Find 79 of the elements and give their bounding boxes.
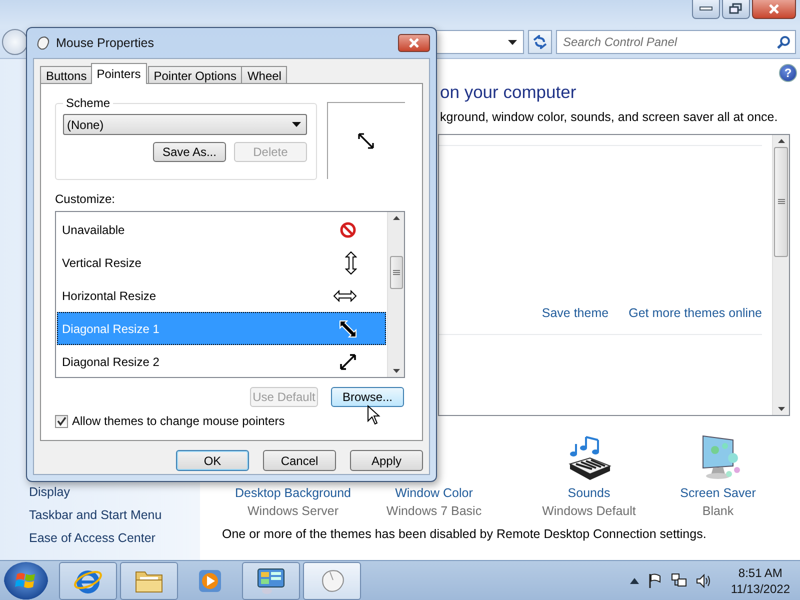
tab[interactable]: Pointer Options (148, 66, 242, 84)
search-icon (777, 35, 791, 49)
sidebar-link[interactable]: Display (29, 484, 200, 500)
scroll-down-icon[interactable] (392, 369, 400, 373)
network-icon[interactable] (670, 572, 687, 588)
pointer-list-item[interactable]: Vertical Resize (57, 246, 386, 279)
customize-label: Customize: (55, 192, 116, 206)
grip-icon (392, 270, 400, 276)
sidebar-link[interactable]: Taskbar and Start Menu (29, 507, 200, 523)
tab[interactable]: Pointers (90, 63, 147, 84)
minimize-button[interactable] (692, 0, 720, 19)
close-button[interactable] (752, 0, 796, 19)
scroll-up-icon[interactable] (392, 216, 400, 220)
theme-part-value: Windows Server (248, 504, 338, 518)
theme-part-value: Windows Default (542, 504, 636, 518)
dropdown-icon (292, 122, 301, 127)
clock-date: 11/13/2022 (730, 580, 790, 596)
scroll-up-icon[interactable] (778, 139, 784, 143)
diagonal-resize-icon (339, 352, 357, 370)
theme-part-link[interactable]: Sounds (568, 486, 610, 500)
grip-icon (778, 199, 784, 205)
dropdown-icon (508, 40, 517, 44)
group-label: Scheme (65, 96, 112, 110)
scroll-down-icon[interactable] (778, 407, 784, 411)
tab[interactable]: Buttons (40, 66, 93, 84)
help-icon[interactable]: ? (779, 64, 797, 82)
checkbox[interactable] (55, 414, 68, 428)
dialog-button[interactable]: OK (176, 450, 249, 471)
checkbox-label: Allow themes to change mouse pointers (72, 414, 285, 428)
theme-link[interactable]: Get more themes online (628, 306, 762, 320)
scrollbar[interactable] (772, 135, 789, 415)
pointer-list-item[interactable]: Horizontal Resize (57, 279, 386, 312)
page-description: kground, window color, sounds, and screen saver all at once. (439, 109, 779, 125)
theme-part-value: Blank (702, 504, 734, 518)
dialog-title: Mouse Properties (56, 36, 154, 50)
close-icon (767, 3, 781, 15)
speaker-icon[interactable] (696, 572, 712, 588)
unavailable-icon (339, 220, 357, 238)
scrollbar[interactable] (387, 212, 404, 377)
start-button[interactable] (4, 562, 48, 600)
theme-link[interactable]: Save theme (542, 306, 609, 320)
restore-icon (729, 3, 743, 15)
dialog-button[interactable]: Apply (350, 450, 423, 471)
back-button[interactable] (2, 29, 28, 55)
vertical-resize-icon (345, 250, 357, 274)
close-button[interactable] (398, 34, 430, 52)
refresh-button[interactable] (528, 30, 552, 54)
taskbar-app-button[interactable] (242, 562, 300, 600)
theme-part-link[interactable]: Window Color (395, 486, 473, 500)
theme-part-link[interactable]: Screen Saver (680, 486, 756, 500)
horizontal-resize-icon (333, 290, 357, 302)
pointer-preview-icon (357, 132, 376, 150)
scroll-thumb[interactable] (390, 256, 402, 289)
flag-icon[interactable] (648, 572, 662, 588)
close-icon (408, 38, 420, 48)
notice-text: One or more of the themes has been disabled by Remote Desktop Connection settings. (221, 527, 708, 541)
minimize-icon (699, 6, 713, 12)
show-hidden-icons-icon[interactable] (630, 578, 639, 584)
pointer-list-item[interactable]: Unavailable (57, 213, 386, 246)
pointer-list-item[interactable]: Diagonal Resize 2 (57, 345, 386, 378)
tab[interactable]: Wheel (241, 66, 288, 84)
restore-button[interactable] (722, 0, 750, 19)
play-icon (197, 568, 223, 594)
pointer-button[interactable]: Browse... (331, 387, 404, 407)
page-heading: on your computer (439, 81, 578, 103)
scroll-thumb[interactable] (774, 147, 788, 257)
search-field[interactable]: Search Control Panel (556, 30, 796, 54)
clock[interactable]: 8:51 AM 11/13/2022 (730, 564, 790, 596)
clock-time: 8:51 AM (738, 564, 782, 580)
sidebar-link[interactable]: Ease of Access Center (29, 530, 200, 546)
control-panel-icon (256, 566, 286, 594)
theme-part-value: Windows 7 Basic (386, 504, 482, 518)
diagonal-resize-icon (339, 320, 357, 338)
dialog-button[interactable]: Cancel (263, 450, 336, 471)
scheme-dropdown[interactable]: (None) (63, 114, 307, 135)
theme-part-link[interactable]: Desktop Background (234, 486, 352, 500)
scheme-button[interactable]: Save As... (152, 142, 226, 162)
cursor-icon (367, 405, 381, 425)
refresh-icon (532, 35, 548, 49)
